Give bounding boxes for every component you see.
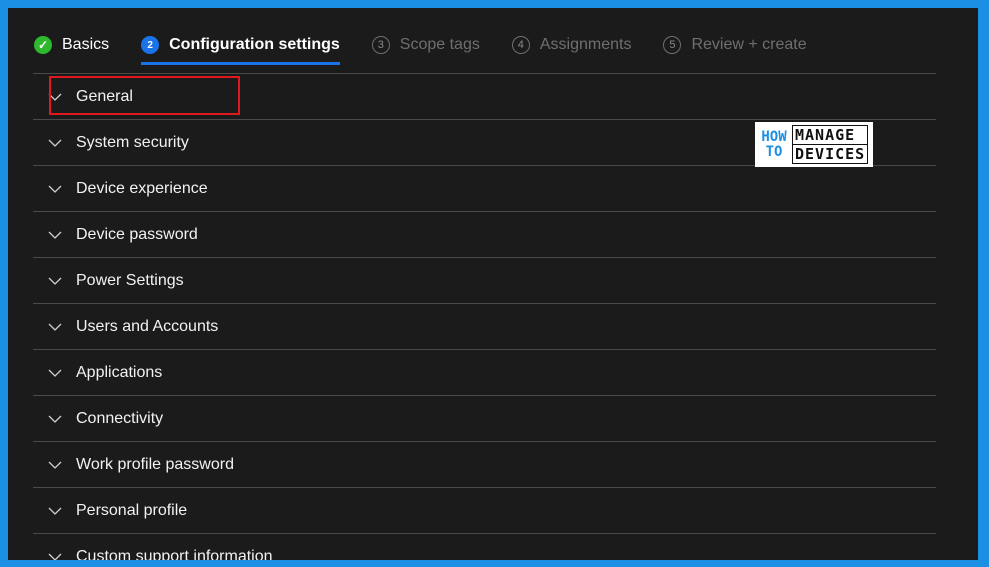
section-work-profile-password[interactable]: Work profile password — [33, 441, 936, 487]
step-basics[interactable]: ✓ Basics — [34, 21, 109, 69]
logo-manage-text: MANAGE — [792, 125, 869, 145]
step-label: Scope tags — [399, 36, 480, 53]
configuration-settings-panel: ✓ Basics 2 Configuration settings 3 Scop… — [8, 8, 978, 560]
section-device-experience[interactable]: Device experience — [33, 165, 936, 211]
section-personal-profile[interactable]: Personal profile — [33, 487, 936, 533]
section-label: Applications — [76, 363, 163, 381]
step-review-create[interactable]: 5 Review + create — [663, 21, 807, 69]
section-label: Users and Accounts — [76, 317, 219, 335]
chevron-down-icon — [48, 461, 62, 469]
step-number-badge: 4 — [511, 36, 530, 54]
chevron-down-icon — [48, 185, 62, 193]
step-label: Basics — [62, 36, 110, 53]
step-label: Configuration settings — [169, 36, 340, 53]
chevron-down-icon — [48, 415, 62, 423]
wizard-steps: ✓ Basics 2 Configuration settings 3 Scop… — [34, 20, 948, 70]
howtomanagedevices-logo: HOW TO MANAGE DEVICES — [755, 122, 873, 167]
step-label: Review + create — [691, 36, 807, 53]
section-applications[interactable]: Applications — [33, 349, 936, 395]
step-configuration-settings[interactable]: 2 Configuration settings — [141, 21, 340, 69]
section-label: Work profile password — [76, 455, 234, 473]
section-device-password[interactable]: Device password — [33, 211, 936, 257]
chevron-down-icon — [48, 507, 62, 515]
section-label: Power Settings — [76, 271, 184, 289]
step-number-badge: 3 — [371, 36, 390, 54]
section-general[interactable]: General — [33, 73, 936, 119]
section-users-and-accounts[interactable]: Users and Accounts — [33, 303, 936, 349]
section-label: Personal profile — [76, 501, 188, 519]
section-connectivity[interactable]: Connectivity — [33, 395, 936, 441]
logo-how-to: HOW TO — [758, 128, 790, 160]
logo-to-text: TO — [765, 143, 783, 160]
chevron-down-icon — [48, 139, 62, 147]
section-label: Device password — [76, 225, 198, 243]
section-label: Custom support information — [76, 547, 273, 561]
chevron-down-icon — [48, 231, 62, 239]
section-label: System security — [76, 133, 189, 151]
section-power-settings[interactable]: Power Settings — [33, 257, 936, 303]
logo-devices-text: DEVICES — [792, 145, 869, 164]
logo-manage-devices: MANAGE DEVICES — [792, 125, 869, 164]
chevron-down-icon — [48, 277, 62, 285]
section-label: Connectivity — [76, 409, 164, 427]
step-number-badge: 5 — [663, 36, 682, 54]
step-number-badge: 2 — [141, 36, 160, 54]
step-scope-tags[interactable]: 3 Scope tags — [371, 21, 480, 69]
chevron-down-icon — [48, 93, 62, 101]
chevron-down-icon — [48, 323, 62, 331]
section-label: General — [76, 87, 133, 105]
step-assignments[interactable]: 4 Assignments — [511, 21, 632, 69]
step-label: Assignments — [539, 36, 632, 53]
chevron-down-icon — [48, 369, 62, 377]
logo-how-text: HOW — [761, 128, 787, 145]
checkmark-icon: ✓ — [34, 36, 52, 54]
section-custom-support-information[interactable]: Custom support information — [33, 533, 936, 560]
section-label: Device experience — [76, 179, 208, 197]
chevron-down-icon — [48, 553, 62, 560]
